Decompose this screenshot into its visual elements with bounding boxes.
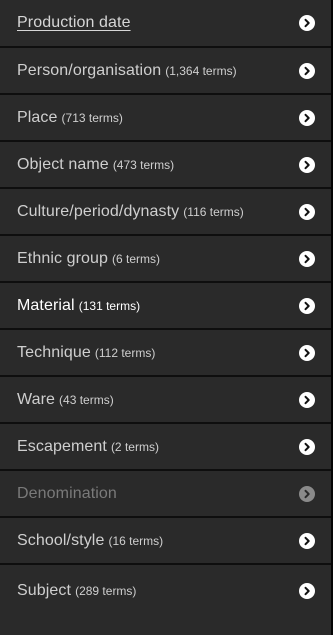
facet-object-name[interactable]: Object name (473 terms) <box>0 142 331 189</box>
facet-label: Person/organisation <box>17 61 162 79</box>
facet-label: Place <box>17 108 58 126</box>
facet-production-date[interactable]: Production date <box>0 0 331 48</box>
facet-label: Culture/period/dynasty <box>17 202 180 220</box>
facet-person-organisation[interactable]: Person/organisation (1,364 terms) <box>0 48 331 95</box>
facet-list: Production date Person/organisation (1,3… <box>0 0 333 635</box>
facet-label: School/style <box>17 531 105 549</box>
facet-label[interactable]: Production date <box>17 15 131 31</box>
facet-ware[interactable]: Ware (43 terms) <box>0 377 331 424</box>
chevron-right-icon[interactable] <box>299 582 315 599</box>
facet-technique[interactable]: Technique (112 terms) <box>0 330 331 377</box>
chevron-right-icon[interactable] <box>299 391 315 408</box>
facet-label: Escapement <box>17 437 107 455</box>
facet-school-style[interactable]: School/style (16 terms) <box>0 518 331 565</box>
chevron-right-icon[interactable] <box>299 109 315 126</box>
chevron-right-icon[interactable] <box>299 344 315 361</box>
facet-label: Subject <box>17 581 72 599</box>
facet-count: (116 terms) <box>183 204 244 219</box>
facet-label: Denomination <box>17 484 117 502</box>
chevron-right-icon[interactable] <box>299 156 315 173</box>
facet-culture-period-dynasty[interactable]: Culture/period/dynasty (116 terms) <box>0 189 331 236</box>
facet-count: (43 terms) <box>59 392 114 407</box>
chevron-right-icon[interactable] <box>299 15 315 31</box>
facet-label: Technique <box>17 343 91 361</box>
facet-count: (131 terms) <box>78 298 141 313</box>
facet-label: Material <box>17 296 75 314</box>
facet-ethnic-group[interactable]: Ethnic group (6 terms) <box>0 236 331 283</box>
facet-count: (473 terms) <box>112 157 175 172</box>
facet-place[interactable]: Place (713 terms) <box>0 95 331 142</box>
chevron-right-icon[interactable] <box>299 438 315 455</box>
facet-count: (112 terms) <box>94 345 156 360</box>
facet-count: (713 terms) <box>61 110 123 125</box>
facet-label: Object name <box>17 155 109 173</box>
chevron-right-icon[interactable] <box>299 532 315 549</box>
chevron-right-icon[interactable] <box>299 203 315 220</box>
facet-escapement[interactable]: Escapement (2 terms) <box>0 424 331 471</box>
facet-count: (6 terms) <box>112 251 161 266</box>
facet-count: (16 terms) <box>108 533 164 548</box>
facet-count: (289 terms) <box>75 583 137 598</box>
chevron-right-icon <box>299 485 315 502</box>
facet-label: Ware <box>17 390 56 408</box>
facet-count: (2 terms) <box>110 439 159 454</box>
facet-subject[interactable]: Subject (289 terms) <box>0 565 331 616</box>
chevron-right-icon[interactable] <box>299 250 315 267</box>
facet-count: (1,364 terms) <box>165 63 237 78</box>
chevron-right-icon[interactable] <box>299 62 315 79</box>
facet-label: Ethnic group <box>17 249 109 267</box>
facet-material[interactable]: Material (131 terms) <box>0 283 331 330</box>
chevron-right-icon[interactable] <box>299 297 315 314</box>
facet-denomination: Denomination <box>0 471 331 518</box>
